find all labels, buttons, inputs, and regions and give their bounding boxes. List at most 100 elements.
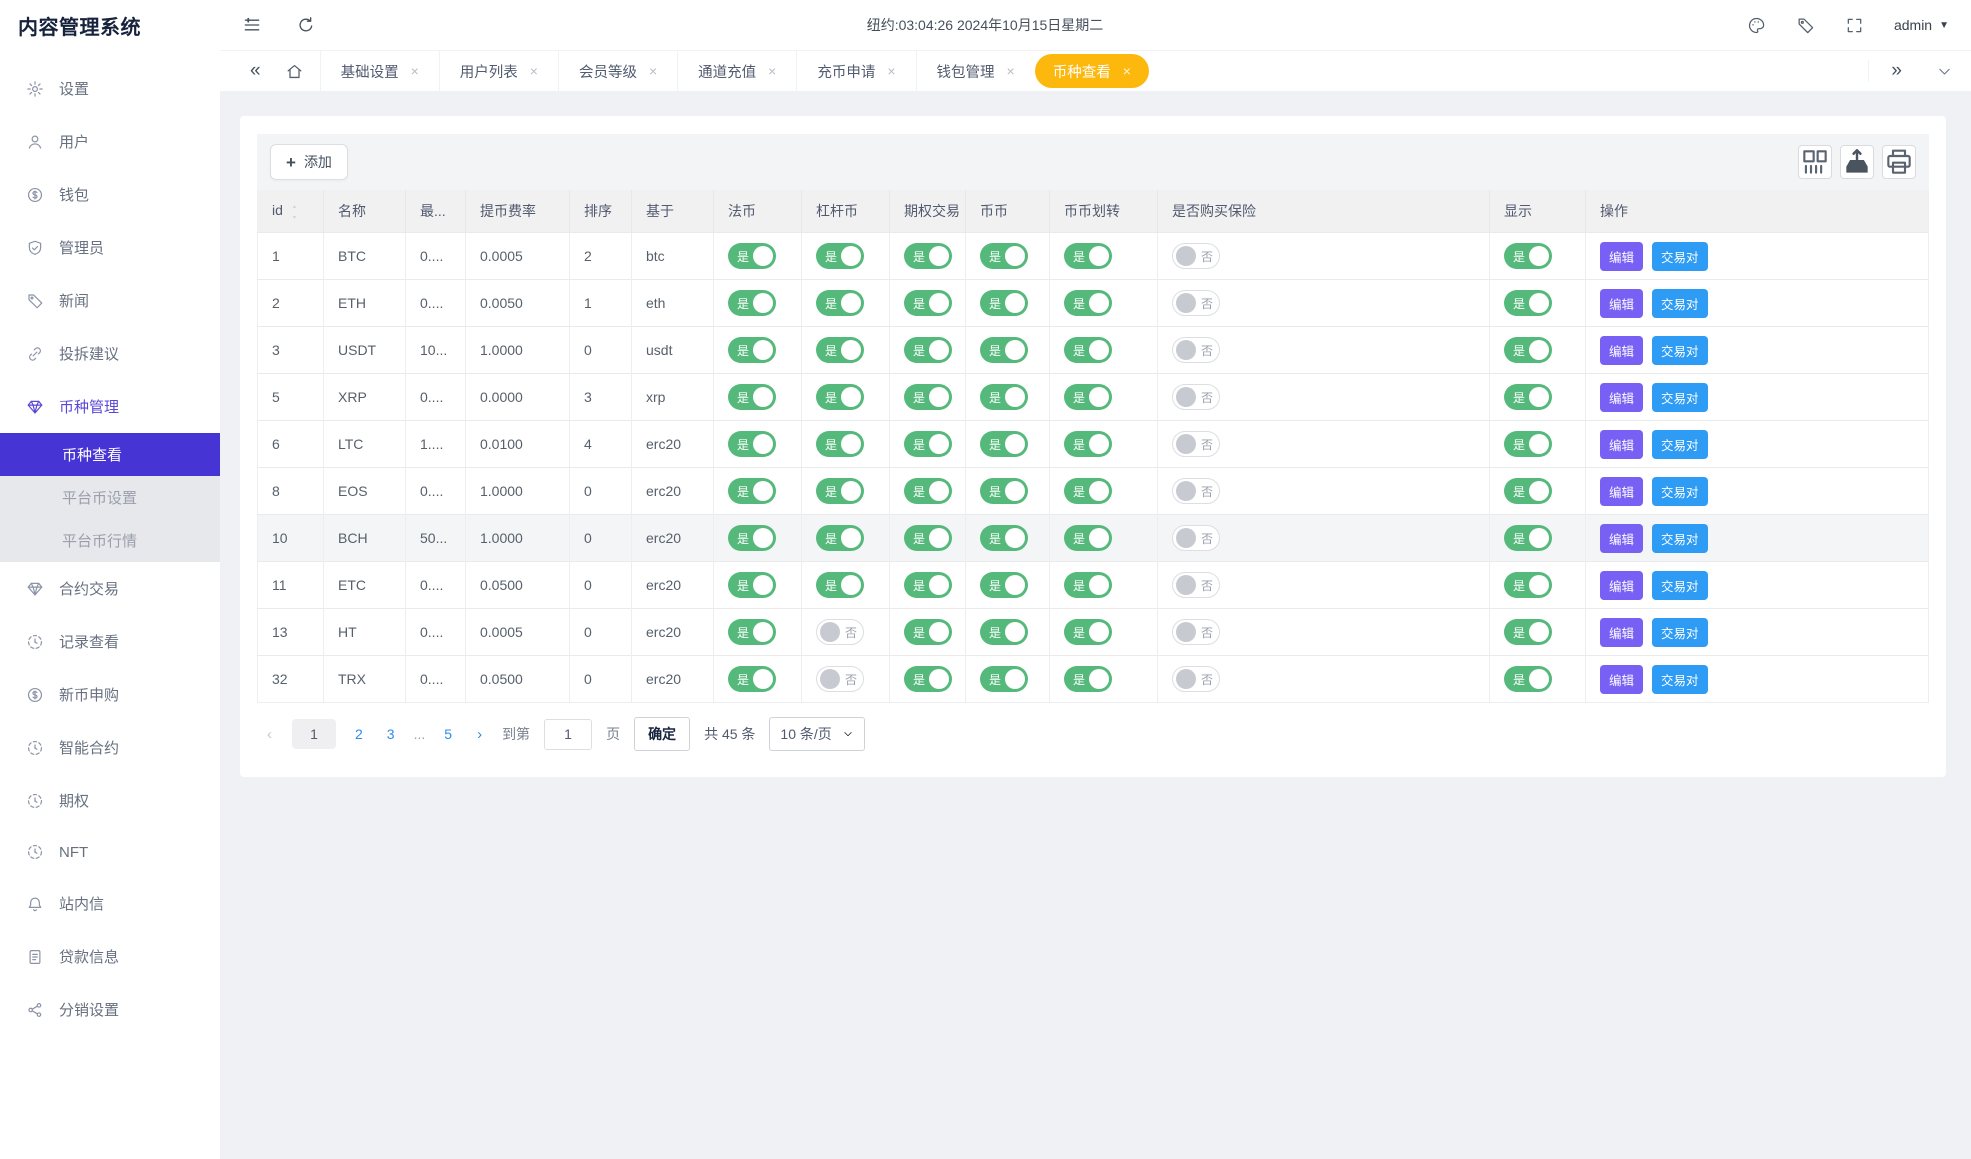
home-icon[interactable]: [285, 62, 304, 81]
show-toggle[interactable]: 是: [1504, 431, 1552, 457]
fiat-toggle[interactable]: 是: [728, 666, 776, 692]
page-link-3[interactable]: 3: [382, 726, 400, 742]
transfer-toggle[interactable]: 是: [1064, 525, 1112, 551]
lever-toggle[interactable]: 是: [816, 337, 864, 363]
prev-page-icon[interactable]: ‹: [261, 726, 278, 743]
next-page-icon[interactable]: ›: [471, 726, 488, 743]
insurance-toggle[interactable]: 否: [1172, 290, 1220, 316]
sort-icon[interactable]: [289, 204, 300, 220]
transfer-toggle[interactable]: 是: [1064, 431, 1112, 457]
show-toggle[interactable]: 是: [1504, 290, 1552, 316]
fiat-toggle[interactable]: 是: [728, 290, 776, 316]
lever-toggle[interactable]: 是: [816, 243, 864, 269]
tab-close-icon[interactable]: ×: [1007, 63, 1015, 79]
menu-collapse-icon[interactable]: [242, 15, 262, 35]
option-toggle[interactable]: 是: [904, 525, 952, 551]
trade-pair-button[interactable]: 交易对: [1652, 618, 1708, 647]
coin-toggle[interactable]: 是: [980, 572, 1028, 598]
sidebar-item-新币申购[interactable]: 新币申购: [0, 668, 220, 721]
option-toggle[interactable]: 是: [904, 384, 952, 410]
insurance-toggle[interactable]: 否: [1172, 525, 1220, 551]
tab-基础设置[interactable]: 基础设置×: [320, 51, 439, 91]
page-link-2[interactable]: 2: [350, 726, 368, 742]
trade-pair-button[interactable]: 交易对: [1652, 336, 1708, 365]
insurance-toggle[interactable]: 否: [1172, 572, 1220, 598]
page-link-5[interactable]: 5: [439, 726, 457, 742]
sidebar-item-新闻[interactable]: 新闻: [0, 274, 220, 327]
coin-toggle[interactable]: 是: [980, 290, 1028, 316]
tabs-dropdown-icon[interactable]: [1936, 63, 1953, 80]
tag-icon[interactable]: [1796, 16, 1815, 35]
edit-button[interactable]: 编辑: [1600, 242, 1643, 271]
trade-pair-button[interactable]: 交易对: [1652, 477, 1708, 506]
option-toggle[interactable]: 是: [904, 290, 952, 316]
edit-button[interactable]: 编辑: [1600, 524, 1643, 553]
lever-toggle[interactable]: 是: [816, 290, 864, 316]
trade-pair-button[interactable]: 交易对: [1652, 571, 1708, 600]
add-button[interactable]: + 添加: [270, 144, 348, 180]
sidebar-item-合约交易[interactable]: 合约交易: [0, 562, 220, 615]
show-toggle[interactable]: 是: [1504, 572, 1552, 598]
tab-close-icon[interactable]: ×: [1123, 63, 1131, 79]
sidebar-item-NFT[interactable]: NFT: [0, 827, 220, 877]
sidebar-item-钱包[interactable]: 钱包: [0, 168, 220, 221]
sidebar-item-分销设置[interactable]: 分销设置: [0, 983, 220, 1036]
transfer-toggle[interactable]: 是: [1064, 243, 1112, 269]
transfer-toggle[interactable]: 是: [1064, 666, 1112, 692]
fiat-toggle[interactable]: 是: [728, 384, 776, 410]
edit-button[interactable]: 编辑: [1600, 289, 1643, 318]
insurance-toggle[interactable]: 否: [1172, 384, 1220, 410]
column-header-id[interactable]: id: [258, 190, 324, 233]
tab-币种查看[interactable]: 币种查看×: [1035, 54, 1149, 88]
transfer-toggle[interactable]: 是: [1064, 478, 1112, 504]
sidebar-item-站内信[interactable]: 站内信: [0, 877, 220, 930]
tab-钱包管理[interactable]: 钱包管理×: [916, 51, 1035, 91]
coin-toggle[interactable]: 是: [980, 666, 1028, 692]
edit-button[interactable]: 编辑: [1600, 477, 1643, 506]
user-menu[interactable]: admin ▼: [1894, 17, 1949, 33]
refresh-icon[interactable]: [296, 15, 316, 35]
option-toggle[interactable]: 是: [904, 666, 952, 692]
trade-pair-button[interactable]: 交易对: [1652, 665, 1708, 694]
show-toggle[interactable]: 是: [1504, 243, 1552, 269]
submenu-item-平台币行情[interactable]: 平台币行情: [0, 519, 220, 562]
coin-toggle[interactable]: 是: [980, 525, 1028, 551]
sidebar-item-期权[interactable]: 期权: [0, 774, 220, 827]
option-toggle[interactable]: 是: [904, 572, 952, 598]
coin-toggle[interactable]: 是: [980, 384, 1028, 410]
tab-会员等级[interactable]: 会员等级×: [558, 51, 677, 91]
trade-pair-button[interactable]: 交易对: [1652, 242, 1708, 271]
coin-toggle[interactable]: 是: [980, 431, 1028, 457]
sidebar-item-用户[interactable]: 用户: [0, 115, 220, 168]
tabs-scroll-right[interactable]: »: [1868, 60, 1910, 82]
lever-toggle[interactable]: 是: [816, 572, 864, 598]
trade-pair-button[interactable]: 交易对: [1652, 524, 1708, 553]
transfer-toggle[interactable]: 是: [1064, 619, 1112, 645]
trade-pair-button[interactable]: 交易对: [1652, 430, 1708, 459]
edit-button[interactable]: 编辑: [1600, 618, 1643, 647]
fullscreen-icon[interactable]: [1845, 16, 1864, 35]
tab-用户列表[interactable]: 用户列表×: [439, 51, 558, 91]
tab-close-icon[interactable]: ×: [649, 63, 657, 79]
trade-pair-button[interactable]: 交易对: [1652, 383, 1708, 412]
insurance-toggle[interactable]: 否: [1172, 478, 1220, 504]
fiat-toggle[interactable]: 是: [728, 572, 776, 598]
edit-button[interactable]: 编辑: [1600, 571, 1643, 600]
lever-toggle[interactable]: 是: [816, 384, 864, 410]
print-icon[interactable]: [1882, 145, 1916, 179]
option-toggle[interactable]: 是: [904, 337, 952, 363]
page-size-select[interactable]: 10 条/页: [769, 717, 864, 751]
insurance-toggle[interactable]: 否: [1172, 619, 1220, 645]
sidebar-item-币种管理[interactable]: 币种管理: [0, 380, 220, 433]
option-toggle[interactable]: 是: [904, 243, 952, 269]
fiat-toggle[interactable]: 是: [728, 337, 776, 363]
fiat-toggle[interactable]: 是: [728, 619, 776, 645]
tab-close-icon[interactable]: ×: [530, 63, 538, 79]
edit-button[interactable]: 编辑: [1600, 336, 1643, 365]
transfer-toggle[interactable]: 是: [1064, 572, 1112, 598]
tab-通道充值[interactable]: 通道充值×: [677, 51, 796, 91]
option-toggle[interactable]: 是: [904, 619, 952, 645]
fiat-toggle[interactable]: 是: [728, 478, 776, 504]
insurance-toggle[interactable]: 否: [1172, 431, 1220, 457]
sidebar-item-投拆建议[interactable]: 投拆建议: [0, 327, 220, 380]
